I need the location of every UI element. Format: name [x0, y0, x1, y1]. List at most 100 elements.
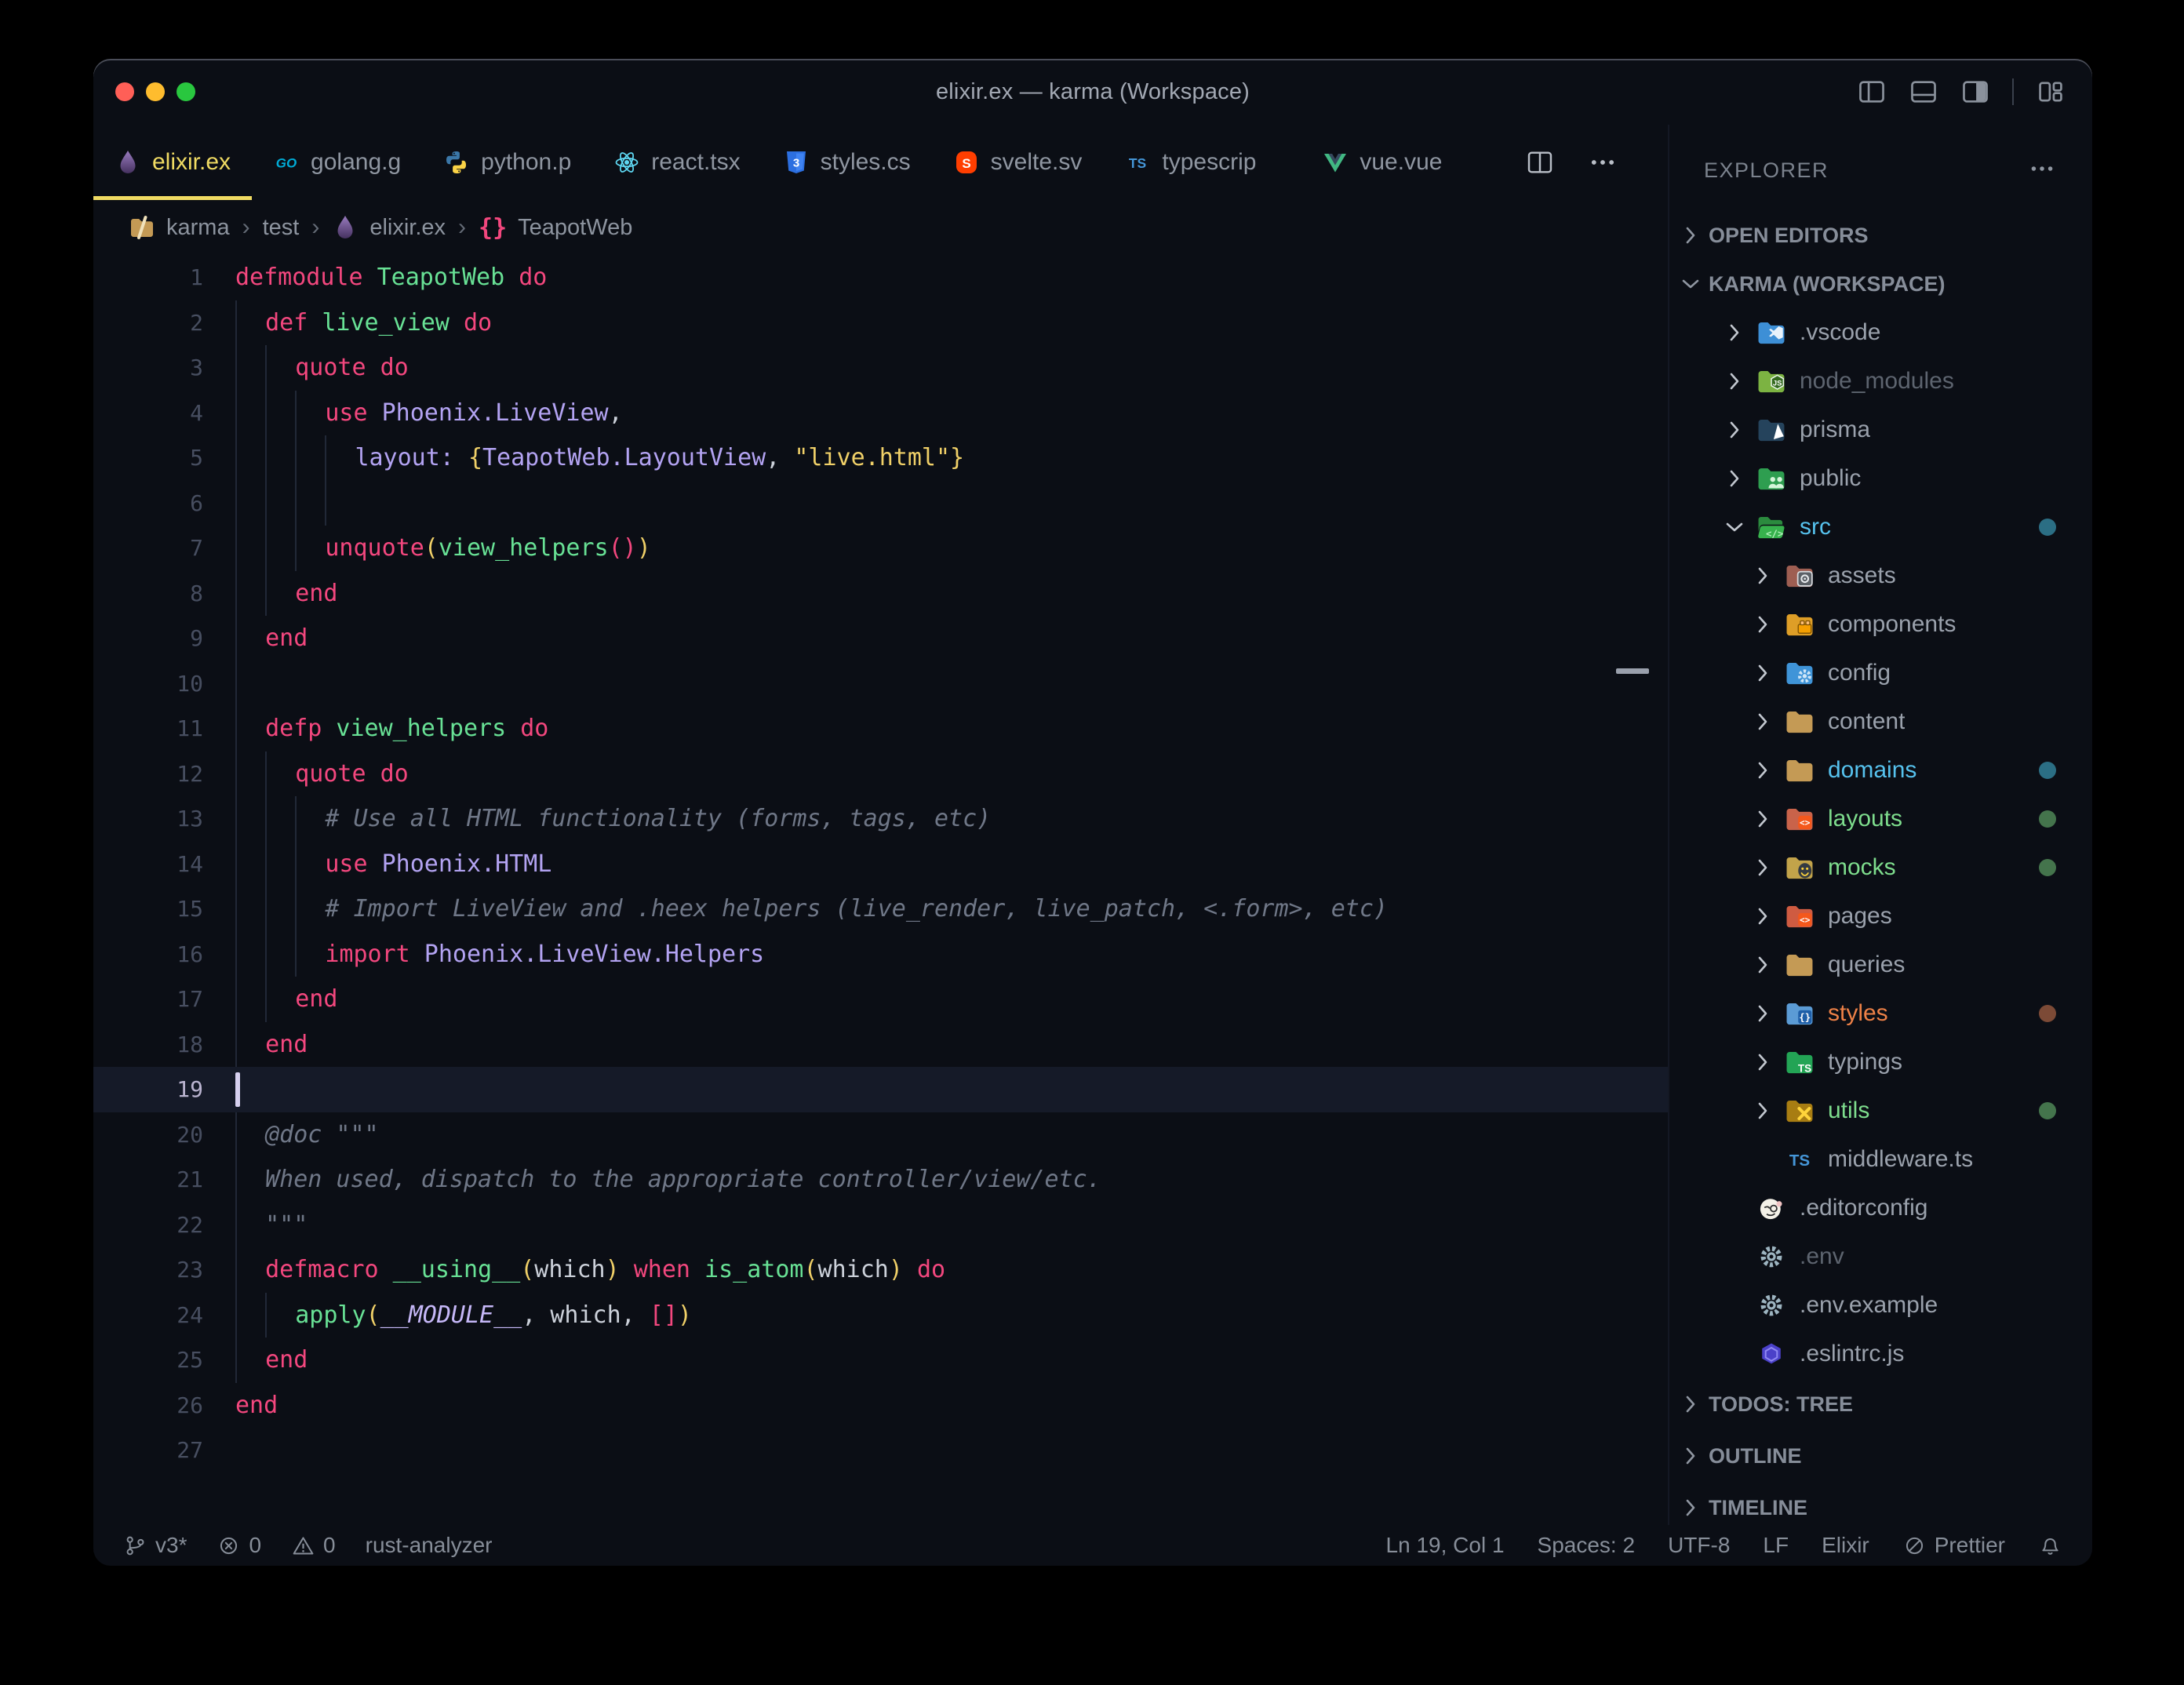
- tree-item-src[interactable]: </>src: [1669, 503, 2092, 551]
- tree-item-.editorconfig[interactable]: .editorconfig: [1669, 1184, 2092, 1232]
- sidebar-section-TODOS: TREE[interactable]: TODOS: TREE: [1669, 1378, 2092, 1430]
- tree-item-utils[interactable]: utils: [1669, 1086, 2092, 1135]
- close-window-button[interactable]: [115, 82, 134, 101]
- code-line-23[interactable]: 23defmacro __using__(which) when is_atom…: [93, 1247, 1668, 1293]
- code-line-27[interactable]: 27: [93, 1428, 1668, 1473]
- tab-styles.cs[interactable]: 3styles.cs: [762, 125, 932, 200]
- tree-item-layouts[interactable]: <>layouts: [1669, 795, 2092, 843]
- status-item-utf-8[interactable]: UTF-8: [1668, 1533, 1730, 1558]
- minimize-window-button[interactable]: [146, 82, 165, 101]
- svg-text:TS: TS: [1129, 155, 1146, 171]
- status-item-ln-19-col-1[interactable]: Ln 19, Col 1: [1386, 1533, 1505, 1558]
- layout-custom-icon[interactable]: [2036, 77, 2066, 107]
- tree-item-public[interactable]: public: [1669, 454, 2092, 503]
- code-line-18[interactable]: 18end: [93, 1022, 1668, 1068]
- tree-item-styles[interactable]: {}styles: [1669, 989, 2092, 1038]
- code-line-6[interactable]: 6: [93, 481, 1668, 526]
- sidebar-section-TIMELINE[interactable]: TIMELINE: [1669, 1482, 2092, 1525]
- tree-item-domains[interactable]: domains: [1669, 746, 2092, 795]
- code-line-2[interactable]: 2def live_view do: [93, 300, 1668, 346]
- code-line-14[interactable]: 14use Phoenix.HTML: [93, 842, 1668, 887]
- more-icon[interactable]: [1588, 147, 1618, 177]
- branch-icon: [123, 1534, 147, 1558]
- code-line-20[interactable]: 20@doc """: [93, 1112, 1668, 1158]
- code-line-16[interactable]: 16import Phoenix.LiveView.Helpers: [93, 932, 1668, 977]
- panel-bottom-icon[interactable]: [1909, 77, 1938, 107]
- tree-item-components[interactable]: components: [1669, 600, 2092, 649]
- tab-golang.g[interactable]: GOgolang.g: [252, 125, 422, 200]
- status-item-rust-analyzer[interactable]: rust-analyzer: [366, 1533, 493, 1558]
- code-line-21[interactable]: 21When used, dispatch to the appropriate…: [93, 1157, 1668, 1203]
- tree-item-.env[interactable]: .env: [1669, 1232, 2092, 1281]
- status-item-elixir[interactable]: Elixir: [1822, 1533, 1869, 1558]
- status-item-prettier[interactable]: Prettier: [1902, 1533, 2005, 1558]
- folder-prisma-icon: [1756, 414, 1790, 446]
- code-line-26[interactable]: 26end: [93, 1383, 1668, 1428]
- code-line-10[interactable]: 10: [93, 661, 1668, 707]
- code-line-9[interactable]: 9end: [93, 616, 1668, 661]
- code-line-1[interactable]: 1defmodule TeapotWeb do: [93, 255, 1668, 300]
- symbol-braces-icon: {}: [479, 214, 507, 242]
- tab-typescrip[interactable]: TStypescrip: [1103, 125, 1301, 200]
- code-line-5[interactable]: 5layout: {TeapotWeb.LayoutView, "live.ht…: [93, 435, 1668, 481]
- tree-item-.eslintrc.js[interactable]: .eslintrc.js: [1669, 1330, 2092, 1378]
- code-line-13[interactable]: 13# Use all HTML functionality (forms, t…: [93, 796, 1668, 842]
- code-line-19[interactable]: 19: [93, 1067, 1668, 1112]
- code-line-24[interactable]: 24apply(__MODULE__, which, []): [93, 1293, 1668, 1338]
- titlebar: elixir.ex — karma (Workspace): [93, 59, 2092, 125]
- tab-python.p[interactable]: python.p: [422, 125, 592, 200]
- tree-item-queries[interactable]: queries: [1669, 941, 2092, 989]
- code-editor[interactable]: 1defmodule TeapotWeb do2def live_view do…: [93, 255, 1668, 1525]
- code-line-17[interactable]: 17end: [93, 977, 1668, 1022]
- code-line-11[interactable]: 11defp view_helpers do: [93, 706, 1668, 752]
- code-line-15[interactable]: 15# Import LiveView and .heex helpers (l…: [93, 886, 1668, 932]
- tree-item-.env.example[interactable]: .env.example: [1669, 1281, 2092, 1330]
- tab-react.tsx[interactable]: react.tsx: [592, 125, 761, 200]
- breadcrumb-item[interactable]: karma: [166, 215, 230, 241]
- tree-item-config[interactable]: config: [1669, 649, 2092, 697]
- code-line-4[interactable]: 4use Phoenix.LiveView,: [93, 391, 1668, 436]
- code-line-3[interactable]: 3quote do: [93, 345, 1668, 391]
- tree-item-assets[interactable]: assets: [1669, 551, 2092, 600]
- status-item-0[interactable]: 0: [291, 1533, 336, 1558]
- tree-item-prisma[interactable]: prisma: [1669, 406, 2092, 454]
- status-item-0[interactable]: 0: [217, 1533, 261, 1558]
- status-item-spaces-2[interactable]: Spaces: 2: [1538, 1533, 1636, 1558]
- status-item-v3-[interactable]: v3*: [123, 1533, 187, 1558]
- tree-item-middleware.ts[interactable]: TSmiddleware.ts: [1669, 1135, 2092, 1184]
- code-line-8[interactable]: 8end: [93, 571, 1668, 617]
- explorer-more-icon[interactable]: [2028, 155, 2056, 183]
- panel-right-icon[interactable]: [1960, 77, 1990, 107]
- code-line-7[interactable]: 7unquote(view_helpers()): [93, 526, 1668, 571]
- tree-item-node_modules[interactable]: JSnode_modules: [1669, 357, 2092, 406]
- vue-icon: [1322, 149, 1349, 176]
- code-line-12[interactable]: 12quote do: [93, 752, 1668, 797]
- breadcrumb[interactable]: karma›test›elixir.ex›{}TeapotWeb: [93, 200, 1668, 255]
- tree-item-content[interactable]: content: [1669, 697, 2092, 746]
- status-item-lf[interactable]: LF: [1763, 1533, 1789, 1558]
- tree-item-typings[interactable]: TStypings: [1669, 1038, 2092, 1086]
- line-number: 26: [93, 1383, 203, 1428]
- maximize-window-button[interactable]: [177, 82, 195, 101]
- panel-left-icon[interactable]: [1857, 77, 1887, 107]
- tab-svelte.sv[interactable]: Ssvelte.sv: [932, 125, 1104, 200]
- explorer-title: EXPLORER: [1704, 158, 1829, 183]
- file-editorconfig-icon: [1756, 1192, 1790, 1224]
- status-item[interactable]: [2038, 1534, 2062, 1558]
- breadcrumb-item[interactable]: elixir.ex: [369, 215, 446, 241]
- sidebar-section-KARMA (WORKSPACE)[interactable]: KARMA (WORKSPACE): [1669, 260, 2092, 308]
- status-right: Ln 19, Col 1 Spaces: 2 UTF-8 LF Elixir Pretti…: [1386, 1533, 2062, 1558]
- breadcrumb-item[interactable]: TeapotWeb: [518, 215, 632, 241]
- split-editor-icon[interactable]: [1525, 147, 1555, 177]
- tab-vue.vue[interactable]: vue.vue: [1301, 125, 1476, 200]
- react-icon: [613, 149, 640, 176]
- tab-elixir.ex[interactable]: elixir.ex: [93, 125, 252, 200]
- breadcrumb-item[interactable]: test: [263, 215, 300, 241]
- tree-item-mocks[interactable]: mocks: [1669, 843, 2092, 892]
- tree-item-pages[interactable]: <>pages: [1669, 892, 2092, 941]
- sidebar-section-OPEN EDITORS[interactable]: OPEN EDITORS: [1669, 211, 2092, 260]
- code-line-25[interactable]: 25end: [93, 1337, 1668, 1383]
- code-line-22[interactable]: 22""": [93, 1203, 1668, 1248]
- tree-item-.vscode[interactable]: .vscode: [1669, 308, 2092, 357]
- sidebar-section-OUTLINE[interactable]: OUTLINE: [1669, 1430, 2092, 1482]
